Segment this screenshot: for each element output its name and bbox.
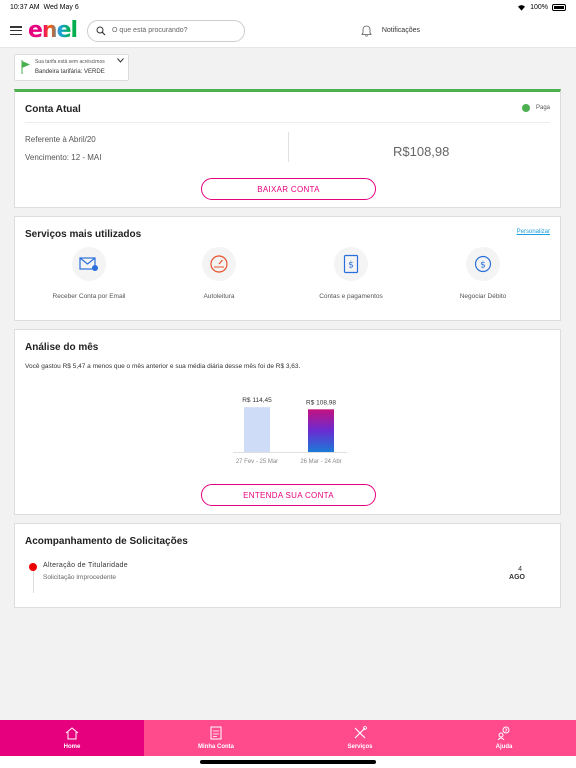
acompanhamento-card: Acompanhamento de Solicitações Alteração…: [14, 523, 561, 608]
bottom-nav: Home Minha Conta Serviços ? Ajuda: [0, 720, 576, 756]
vencimento-text: Vencimento: 12 - MAI: [25, 153, 102, 162]
flag-icon: [21, 60, 30, 74]
chart-category-label: 27 Fev - 25 Mar: [236, 459, 278, 465]
personalizar-link[interactable]: Personalizar: [517, 229, 550, 235]
tools-icon: [354, 726, 367, 739]
battery-percent: 100%: [530, 3, 548, 11]
money-icon: $: [466, 247, 500, 281]
service-label: Autoleitura: [203, 293, 235, 300]
service-receber-conta[interactable]: Receber Conta por Email: [29, 247, 149, 300]
status-label: Paga: [535, 105, 550, 111]
svg-text:$: $: [348, 261, 354, 271]
search-input[interactable]: [112, 27, 233, 34]
menu-icon[interactable]: [10, 26, 22, 35]
referente-text: Referente à Abril/20: [25, 135, 96, 144]
notifications-button[interactable]: Notificações: [361, 25, 420, 37]
consumption-chart: R$ 114,45 27 Fev - 25 Mar R$ 108,98 26 Mar …: [233, 397, 347, 465]
timeline-line: [32, 571, 34, 593]
meter-icon: [202, 247, 236, 281]
entenda-conta-button[interactable]: ENTENDA SUA CONTA: [201, 484, 376, 506]
home-indicator[interactable]: [200, 760, 376, 764]
battery-icon: [552, 3, 566, 11]
chart-category-label: 26 Mar - 24 Abr: [300, 459, 341, 465]
service-contas-pagamentos[interactable]: $ Contas e pagamentos: [291, 247, 411, 300]
home-indicator-area: [0, 756, 576, 768]
request-status: Solicitação Improcedente: [43, 574, 116, 581]
document-icon: [210, 726, 222, 740]
wifi-icon: [518, 4, 526, 11]
analise-text: Você gastou R$ 5,47 a menos que o mês an…: [25, 363, 301, 370]
chart-value-label: R$ 108,98: [306, 399, 336, 406]
chart-bar: [244, 407, 270, 452]
email-icon: [72, 247, 106, 281]
servicos-title: Serviços mais utilizados: [25, 229, 142, 240]
service-negociar-debito[interactable]: $ Negociar Débito: [423, 247, 543, 300]
divider: [25, 122, 550, 123]
conta-atual-card: Conta Atual Paga Referente à Abril/20 Ve…: [14, 89, 561, 208]
tariff-dropdown[interactable]: Sua tarifa está sem acréscimos Bandeira …: [14, 54, 129, 81]
servicos-card: Serviços mais utilizados Personalizar Re…: [14, 216, 561, 321]
svg-text:$: $: [480, 261, 486, 271]
tariff-line2: Bandeira tarifária: VERDE: [35, 69, 105, 75]
request-day: 4: [518, 566, 522, 573]
service-label: Receber Conta por Email: [52, 293, 126, 300]
nav-label: Ajuda: [495, 744, 513, 750]
app-header: enel Notificações: [0, 14, 576, 48]
request-title[interactable]: Alteração de Titularidade: [43, 562, 128, 569]
nav-label: Minha Conta: [198, 744, 234, 750]
enel-logo: enel: [28, 17, 78, 43]
nav-home[interactable]: Home: [0, 720, 144, 756]
acompanhamento-title: Acompanhamento de Solicitações: [25, 536, 188, 547]
nav-ajuda[interactable]: ? Ajuda: [432, 720, 576, 756]
analise-card: Análise do mês Você gastou R$ 5,47 a men…: [14, 329, 561, 515]
service-label: Negociar Débito: [459, 293, 507, 300]
home-icon: [65, 726, 79, 739]
baixar-conta-button[interactable]: BAIXAR CONTA: [201, 178, 376, 200]
status-date: Wed May 6: [43, 3, 79, 11]
chevron-down-icon: [117, 58, 124, 63]
svg-text:?: ?: [505, 728, 508, 734]
analise-title: Análise do mês: [25, 342, 99, 353]
service-autoleitura[interactable]: Autoleitura: [159, 247, 279, 300]
service-label: Contas e pagamentos: [319, 293, 383, 300]
search-icon: [96, 26, 106, 35]
timeline-dot-icon: [29, 563, 37, 571]
help-icon: ?: [497, 726, 510, 740]
nav-servicos[interactable]: Serviços: [288, 720, 432, 756]
notifications-label: Notificações: [381, 27, 420, 34]
nav-label: Serviços: [347, 744, 373, 750]
bill-icon: $: [334, 247, 368, 281]
chart-bar: [308, 409, 334, 452]
tariff-line1: Sua tarifa está sem acréscimos: [35, 59, 105, 65]
conta-atual-title: Conta Atual: [25, 104, 81, 115]
chart-value-label: R$ 114,45: [242, 397, 272, 404]
search-box[interactable]: [87, 19, 246, 42]
nav-label: Home: [63, 743, 81, 750]
status-bar: 10:37 AM Wed May 6 100%: [0, 0, 576, 14]
nav-minha-conta[interactable]: Minha Conta: [144, 720, 288, 756]
request-month: AGO: [509, 574, 525, 581]
status-badge: Paga: [521, 104, 550, 112]
status-time: 10:37 AM: [10, 3, 40, 11]
bell-icon: [361, 25, 372, 37]
status-dot-icon: [521, 104, 530, 112]
vertical-divider: [288, 132, 289, 162]
bill-amount: R$108,98: [393, 144, 450, 159]
